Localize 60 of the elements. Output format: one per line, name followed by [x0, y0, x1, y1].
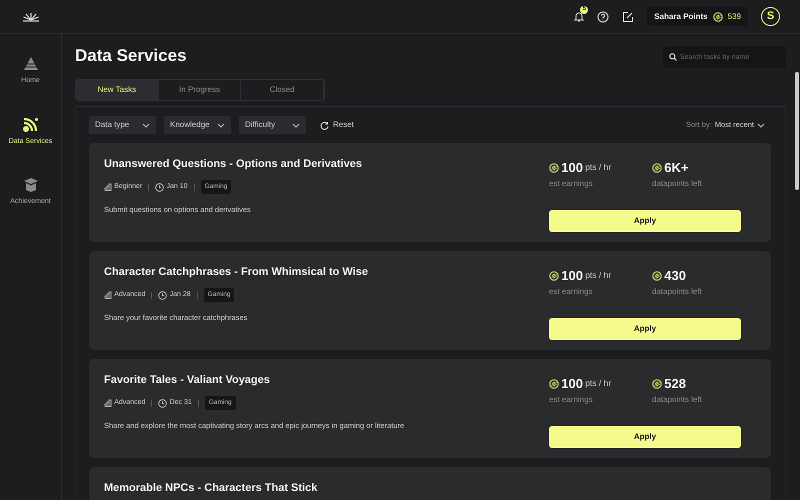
coin-icon [549, 162, 559, 173]
scrollbar-thumb[interactable] [795, 72, 799, 190]
user-avatar[interactable]: S [761, 7, 780, 26]
bar-chart-icon [104, 291, 112, 300]
coin-icon [652, 162, 662, 173]
points-balance[interactable]: Sahara Points 539 [647, 7, 748, 26]
task-title: Character Catchphrases - From Whimsical to Wise [104, 266, 369, 280]
chevron-down-icon [142, 122, 150, 128]
coin-icon [652, 378, 662, 389]
page-title: Data Services [75, 46, 187, 66]
reset-button[interactable]: Reset [314, 118, 360, 132]
points-value: 539 [728, 10, 741, 22]
clock-icon [158, 398, 168, 408]
apply-button[interactable]: Apply [549, 210, 741, 232]
stat-value: 100 [561, 267, 583, 285]
filter-dropdown[interactable]: Knowledge [164, 116, 231, 134]
stat-label: est earnings [549, 394, 594, 406]
sunburst-logo-icon [22, 12, 40, 22]
coin-icon [549, 378, 559, 389]
pyramid-icon [22, 56, 40, 72]
bar-chart-icon [104, 183, 112, 192]
stat-value: 100 [561, 375, 583, 393]
refresh-icon [320, 120, 329, 130]
coin-icon [549, 270, 559, 281]
clock-icon [158, 290, 168, 300]
stat-value: 6K+ [664, 159, 688, 177]
coin-icon [652, 270, 662, 281]
tab[interactable]: New Tasks [76, 80, 159, 100]
points-label: Sahara Points [654, 10, 708, 22]
tab[interactable]: In Progress [158, 80, 242, 100]
stat-label: datapoints left [652, 286, 703, 298]
edit-icon[interactable] [622, 10, 634, 22]
rate-unit: pts / hr [585, 377, 612, 390]
help-icon[interactable] [597, 10, 610, 22]
chevron-down-icon [757, 122, 765, 128]
graduation-cap-icon [22, 177, 40, 193]
coin-icon [712, 12, 723, 22]
stat-value: 430 [664, 267, 686, 285]
filter-dropdown[interactable]: Data type [89, 116, 156, 134]
apply-button[interactable]: Apply [549, 318, 741, 340]
stat-label: est earnings [549, 178, 594, 190]
bar-chart-icon [104, 399, 112, 408]
task-title: Memorable NPCs - Characters That Stick [104, 482, 318, 496]
rate-unit: pts / hr [585, 269, 612, 282]
stat-value: 528 [664, 375, 686, 393]
notification-bell-icon[interactable] [574, 10, 584, 22]
task-title: Unanswered Questions - Options and Derivatives [104, 158, 363, 172]
stat-value: 100 [561, 159, 583, 177]
tab[interactable]: Closed [241, 80, 324, 100]
stat-label: datapoints left [652, 178, 703, 190]
chevron-down-icon [217, 122, 225, 128]
filter-dropdown[interactable]: Difficulty [239, 116, 306, 134]
apply-button[interactable]: Apply [549, 426, 741, 448]
chevron-down-icon [292, 122, 300, 128]
stat-label: est earnings [549, 286, 594, 298]
rate-unit: pts / hr [585, 161, 612, 174]
task-title: Favorite Tales - Valiant Voyages [104, 374, 271, 388]
rss-feed-icon [21, 116, 40, 132]
stat-label: datapoints left [652, 394, 703, 406]
clock-icon [155, 182, 164, 192]
